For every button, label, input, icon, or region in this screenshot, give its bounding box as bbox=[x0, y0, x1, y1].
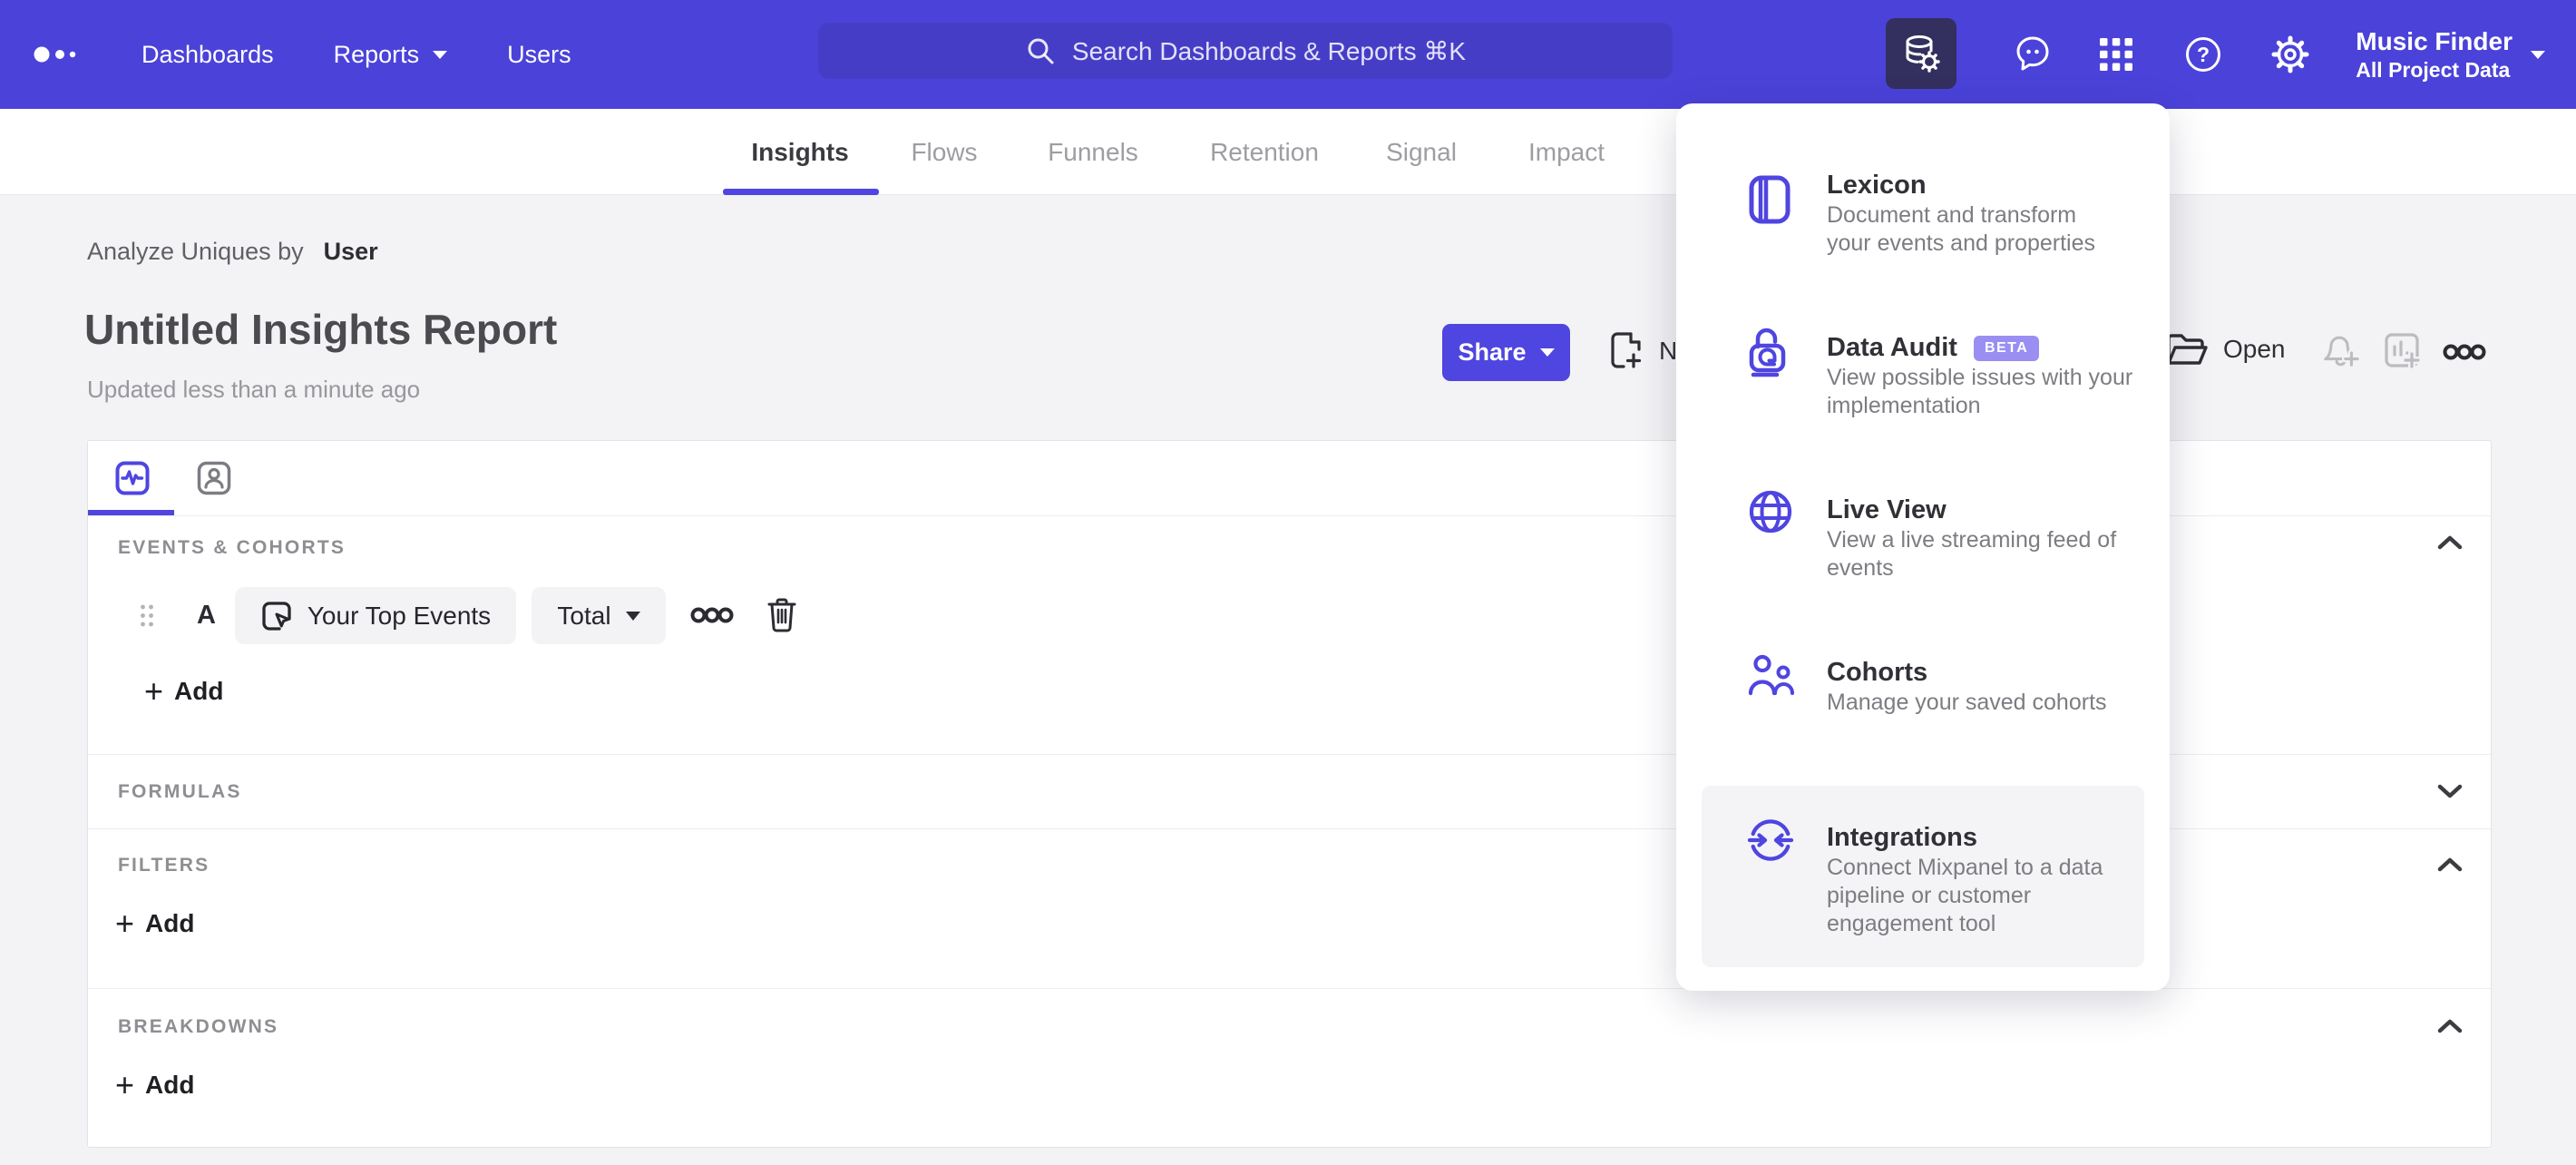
nav-links: Dashboards Reports Users bbox=[141, 0, 571, 109]
expand-formulas-chevron-down-icon[interactable] bbox=[2437, 784, 2463, 798]
pulse-chart-icon bbox=[115, 461, 150, 495]
click-target-icon bbox=[262, 601, 291, 631]
open-report-button[interactable]: Open bbox=[2164, 330, 2286, 368]
report-tabbar: Insights Flows Funnels Retention Signal … bbox=[0, 109, 2576, 195]
plus-icon: + bbox=[115, 905, 135, 942]
analyze-row: Analyze Uniques by User bbox=[87, 238, 378, 266]
menu-item-integrations[interactable] bbox=[1702, 786, 2144, 967]
open-label: Open bbox=[2223, 335, 2286, 363]
plus-icon: + bbox=[115, 1066, 135, 1103]
feedback-button[interactable] bbox=[2013, 34, 2053, 74]
bell-plus-icon bbox=[2324, 336, 2360, 369]
nav-item-label: Dashboards bbox=[141, 40, 274, 68]
section-header-events-cohorts: EVENTS & COHORTS bbox=[118, 537, 346, 558]
collapse-events-chevron-up-icon[interactable] bbox=[2437, 535, 2463, 550]
event-select-button[interactable]: Your Top Events bbox=[235, 587, 516, 644]
share-button[interactable]: Share bbox=[1442, 324, 1570, 381]
active-tab-underline bbox=[723, 189, 879, 195]
event-name: Your Top Events bbox=[307, 601, 492, 630]
data-tools-menu: Lexicon Document and transform your even… bbox=[1676, 103, 2170, 991]
add-to-board-button[interactable] bbox=[2382, 330, 2422, 370]
folder-open-icon bbox=[2167, 334, 2208, 365]
gear-icon bbox=[2271, 35, 2309, 73]
menu-item-live-view[interactable] bbox=[1702, 485, 2144, 648]
updated-timestamp: Updated less than a minute ago bbox=[87, 376, 421, 403]
metric-value: Total bbox=[557, 601, 611, 630]
add-event-button[interactable]: + Add bbox=[144, 675, 223, 708]
menu-item-data-audit[interactable] bbox=[1702, 321, 2144, 485]
section-header-formulas: FORMULAS bbox=[118, 781, 242, 802]
tab-impact[interactable]: Impact bbox=[1528, 109, 1605, 195]
project-name: Music Finder bbox=[2356, 27, 2513, 55]
top-nav: Dashboards Reports Users Search Dashboar… bbox=[0, 0, 2576, 109]
document-plus-icon bbox=[1611, 332, 1644, 370]
svg-text:?: ? bbox=[2197, 43, 2210, 66]
nav-item-reports[interactable]: Reports bbox=[334, 41, 448, 69]
nav-item-users[interactable]: Users bbox=[507, 41, 571, 69]
tab-insights[interactable]: Insights bbox=[751, 109, 848, 195]
tab-events-view[interactable] bbox=[115, 461, 150, 495]
alert-add-button[interactable] bbox=[2320, 330, 2360, 370]
search-input[interactable]: Search Dashboards & Reports ⌘K bbox=[818, 23, 1673, 79]
data-management-button[interactable] bbox=[1886, 18, 1956, 89]
mixpanel-logo-icon[interactable] bbox=[33, 44, 83, 65]
chevron-down-icon bbox=[1539, 348, 1555, 357]
collapse-breakdowns-chevron-up-icon[interactable] bbox=[2437, 1019, 2463, 1033]
grid-icon bbox=[2100, 38, 2132, 71]
nav-item-label: Reports bbox=[333, 40, 420, 68]
tab-signal[interactable]: Signal bbox=[1386, 109, 1457, 195]
search-placeholder: Search Dashboards & Reports ⌘K bbox=[1071, 36, 1467, 65]
analyze-label: Analyze Uniques by bbox=[87, 238, 304, 265]
row-overflow-button[interactable] bbox=[690, 606, 734, 624]
analyze-by-select[interactable]: User bbox=[324, 238, 378, 265]
plus-icon: + bbox=[144, 672, 164, 710]
tab-funnels[interactable]: Funnels bbox=[1048, 109, 1138, 195]
more-dots-icon bbox=[2443, 344, 2486, 360]
overflow-menu-button[interactable] bbox=[2442, 343, 2487, 361]
help-icon: ? bbox=[2186, 37, 2220, 72]
add-breakdown-button[interactable]: + Add bbox=[115, 1069, 194, 1101]
project-scope: All Project Data bbox=[2356, 58, 2511, 82]
menu-item-lexicon[interactable] bbox=[1702, 158, 2144, 321]
chevron-down-icon bbox=[433, 50, 448, 59]
chevron-down-icon bbox=[625, 611, 640, 621]
chat-bubble-icon bbox=[2016, 36, 2049, 71]
metric-select-button[interactable]: Total bbox=[532, 587, 666, 644]
share-label: Share bbox=[1458, 338, 1527, 366]
menu-item-cohorts[interactable] bbox=[1702, 644, 2144, 808]
add-filter-button[interactable]: + Add bbox=[115, 907, 194, 940]
tab-retention[interactable]: Retention bbox=[1210, 109, 1319, 195]
person-card-icon bbox=[197, 461, 231, 495]
tab-users-view[interactable] bbox=[197, 461, 231, 495]
project-selector[interactable]: Music Finder All Project Data bbox=[2356, 0, 2545, 109]
nav-item-dashboards[interactable]: Dashboards bbox=[141, 41, 274, 69]
chevron-down-icon bbox=[2531, 50, 2545, 59]
database-gear-icon bbox=[1906, 35, 1940, 73]
nav-item-label: Users bbox=[507, 40, 571, 68]
section-header-breakdowns: BREAKDOWNS bbox=[118, 1016, 279, 1037]
delete-row-button[interactable] bbox=[766, 597, 797, 633]
section-header-filters: FILTERS bbox=[118, 855, 210, 876]
page-title: Untitled Insights Report bbox=[84, 306, 558, 353]
event-row-letter: A bbox=[197, 601, 216, 630]
drag-handle[interactable] bbox=[139, 603, 155, 628]
collapse-filters-chevron-up-icon[interactable] bbox=[2437, 857, 2463, 872]
search-icon bbox=[1028, 38, 1054, 64]
apps-grid-button[interactable] bbox=[2096, 34, 2136, 74]
mixpanel-app: Dashboards Reports Users Search Dashboar… bbox=[0, 0, 2576, 1165]
help-button[interactable]: ? bbox=[2183, 34, 2223, 74]
settings-button[interactable] bbox=[2270, 34, 2310, 74]
tab-flows[interactable]: Flows bbox=[911, 109, 977, 195]
chart-plus-icon bbox=[2385, 333, 2422, 370]
